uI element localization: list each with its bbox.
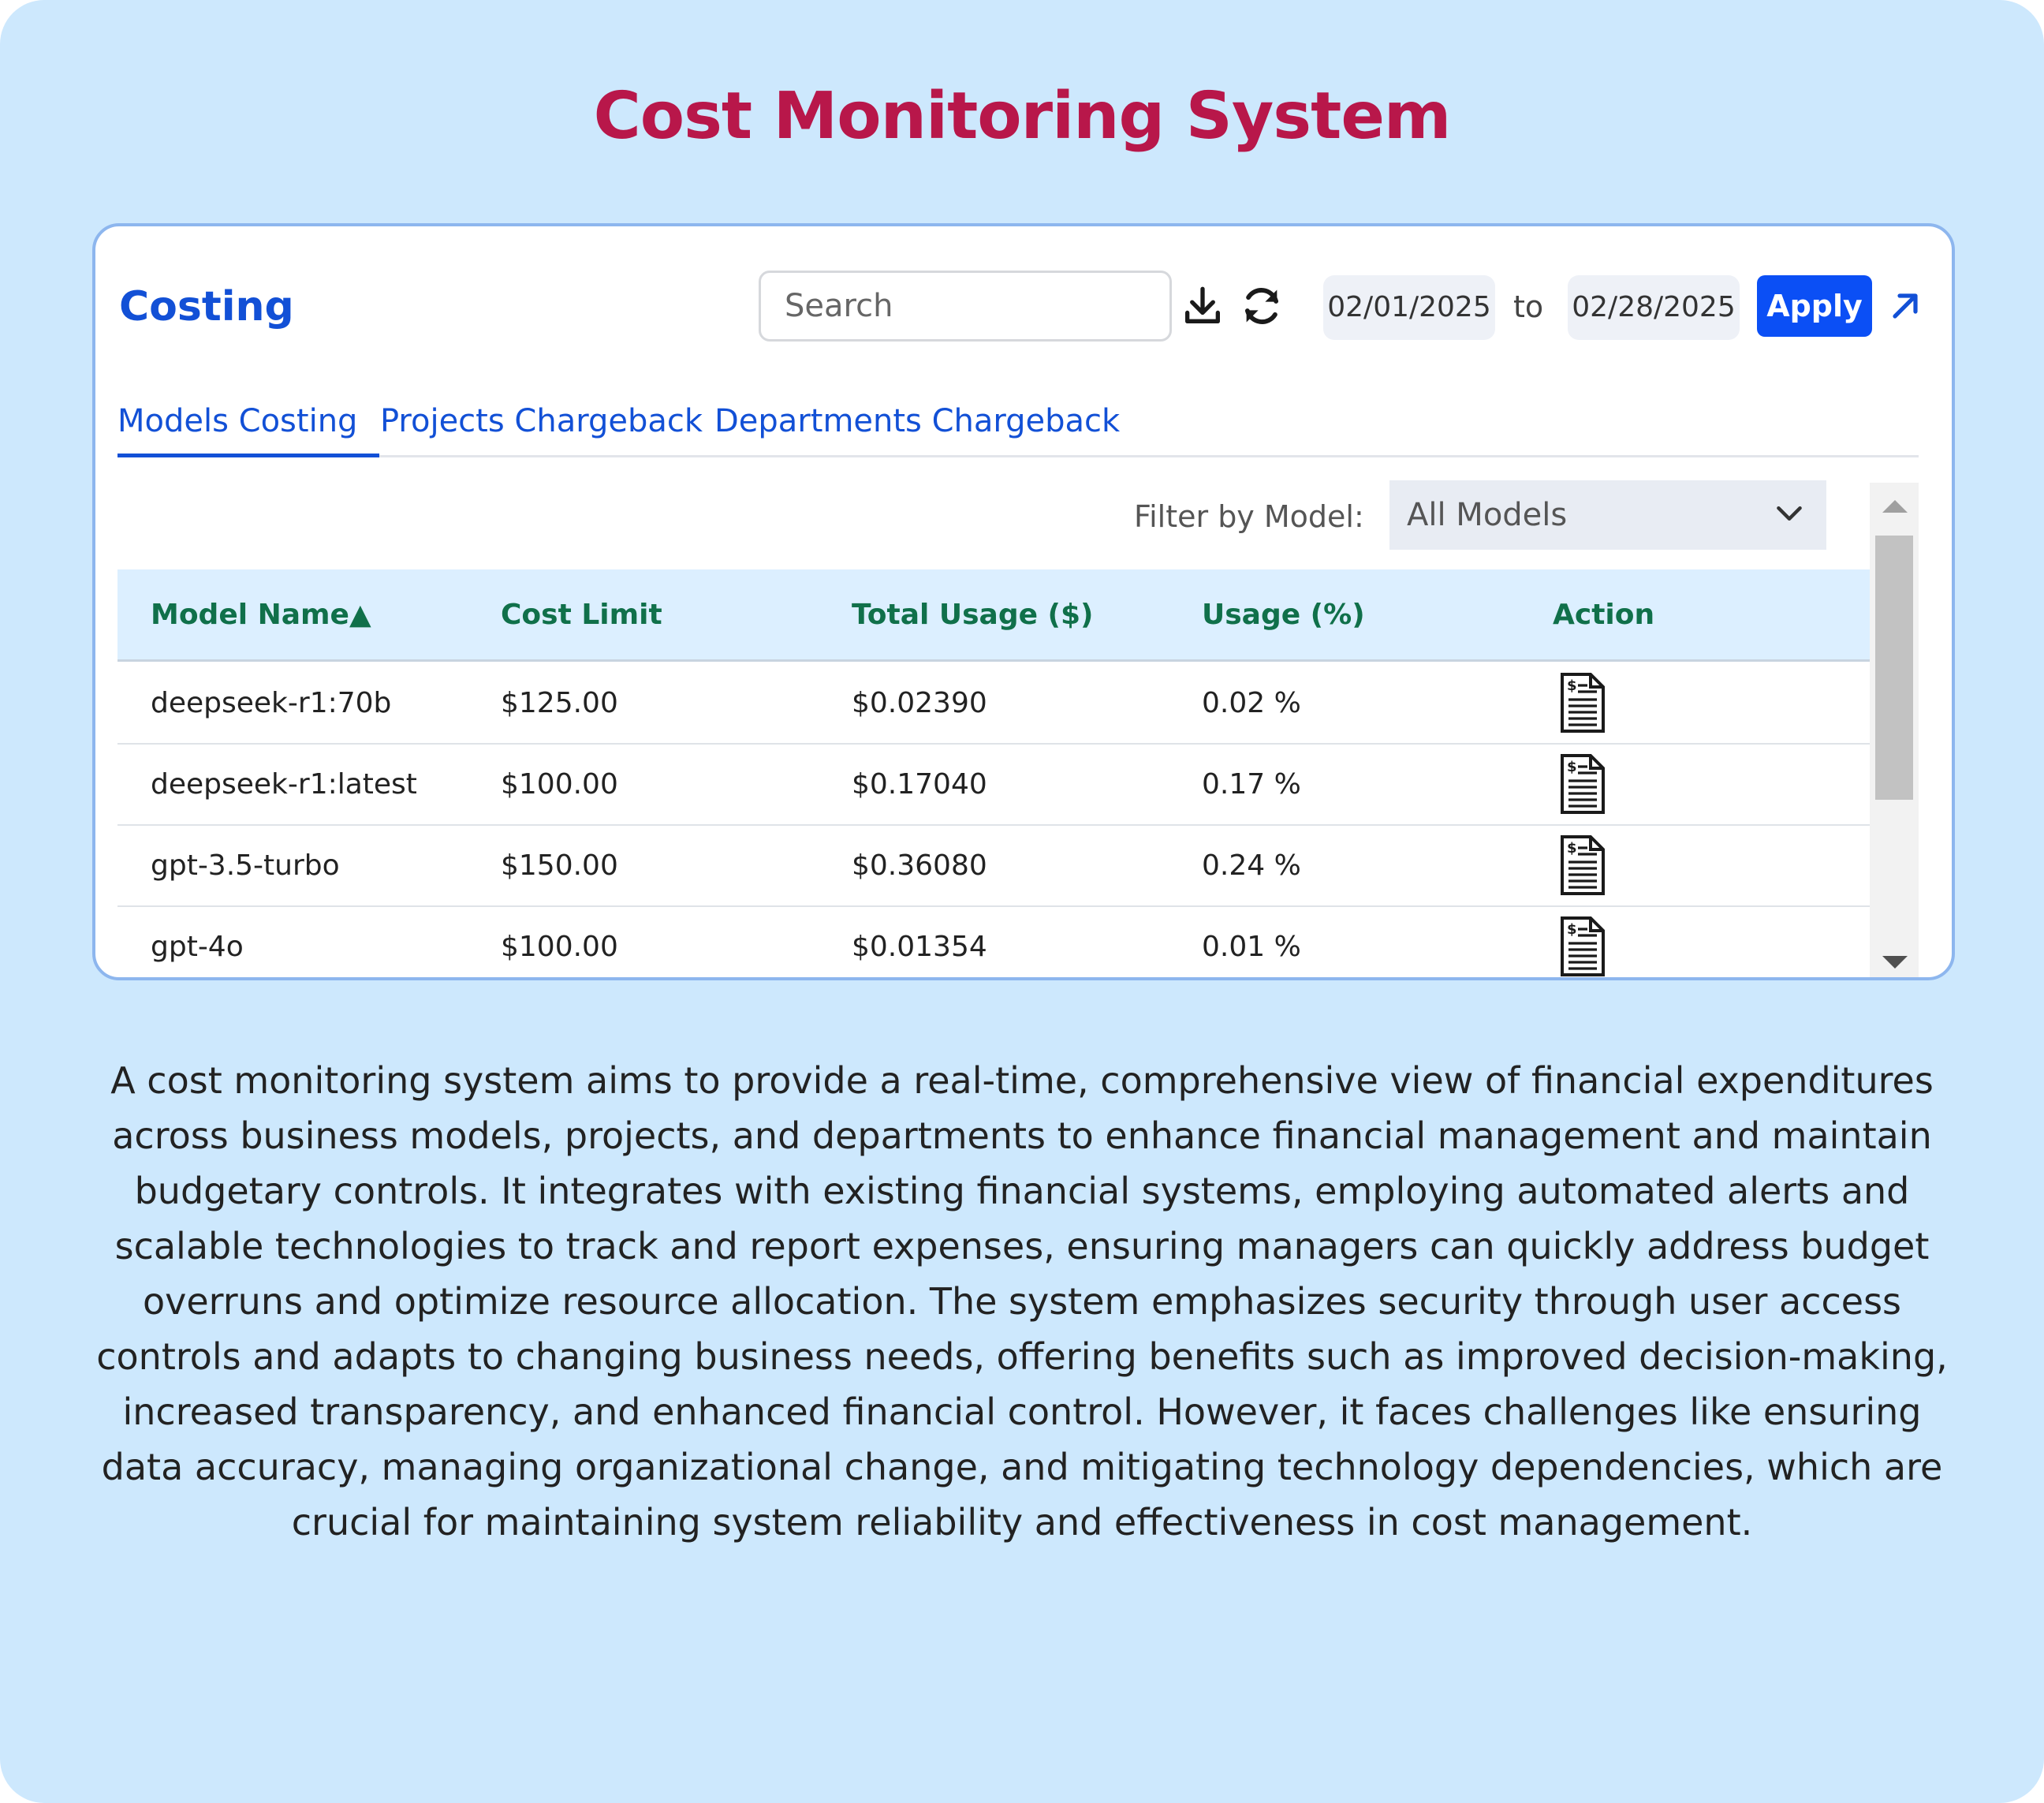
scroll-down-arrow-icon[interactable] (1882, 956, 1908, 969)
cell-model-name: deepseek-r1:latest (151, 768, 417, 801)
cell-total-usage: $0.01354 (852, 931, 987, 963)
card-title: Costing (119, 283, 294, 330)
cell-total-usage: $0.17040 (852, 768, 987, 801)
svg-text:$: $ (1567, 921, 1577, 938)
column-header-cost-limit[interactable]: Cost Limit (501, 599, 662, 631)
download-icon[interactable] (1180, 283, 1225, 329)
column-header-action: Action (1553, 599, 1655, 631)
svg-text:$: $ (1567, 678, 1577, 694)
svg-text:$: $ (1567, 759, 1577, 775)
page-background: Cost Monitoring System Costing 02/01/202… (0, 0, 2044, 1803)
column-header-model-name[interactable]: Model Name▲ (151, 599, 371, 631)
cell-usage-percent: 0.17 % (1202, 768, 1301, 801)
models-table: Model Name▲ Cost Limit Total Usage ($) U… (117, 569, 1870, 978)
model-filter-value: All Models (1407, 497, 1568, 533)
column-header-total-usage[interactable]: Total Usage ($) (852, 599, 1094, 631)
cell-usage-percent: 0.24 % (1202, 849, 1301, 882)
model-filter-select[interactable]: All Models (1389, 480, 1826, 550)
cell-total-usage: $0.36080 (852, 849, 987, 882)
cell-total-usage: $0.02390 (852, 687, 987, 719)
cell-usage-percent: 0.02 % (1202, 687, 1301, 719)
start-date-input[interactable]: 02/01/2025 (1323, 275, 1495, 340)
date-range-separator: to (1513, 289, 1544, 324)
cell-model-name: deepseek-r1:70b (151, 687, 392, 719)
table-row: deepseek-r1:latest $100.00 $0.17040 0.17… (117, 743, 1870, 826)
active-tab-indicator (117, 454, 379, 457)
invoice-document-icon[interactable]: $ (1557, 834, 1608, 897)
table-header: Model Name▲ Cost Limit Total Usage ($) U… (117, 569, 1870, 662)
description-text: A cost monitoring system aims to provide… (96, 1059, 1948, 1544)
table-scrollbar[interactable] (1870, 483, 1919, 977)
chevron-down-icon (1777, 506, 1802, 521)
table-row: deepseek-r1:70b $125.00 $0.02390 0.02 % … (117, 662, 1870, 745)
cell-model-name: gpt-3.5-turbo (151, 849, 340, 882)
table-row: gpt-4o $100.00 $0.01354 0.01 % $ (117, 905, 1870, 978)
tab-projects-chargeback[interactable]: Projects Chargeback (380, 403, 703, 439)
scrollbar-thumb[interactable] (1875, 536, 1913, 800)
tab-bar: Models Costing Projects Chargeback Depar… (117, 395, 1919, 457)
end-date-input[interactable]: 02/28/2025 (1568, 275, 1740, 340)
cell-model-name: gpt-4o (151, 931, 244, 963)
invoice-document-icon[interactable]: $ (1557, 671, 1608, 734)
invoice-document-icon[interactable]: $ (1557, 752, 1608, 816)
cell-cost-limit: $150.00 (501, 849, 618, 882)
table-row: gpt-3.5-turbo $150.00 $0.36080 0.24 % $ (117, 824, 1870, 907)
filter-label: Filter by Model: (1134, 499, 1364, 534)
invoice-document-icon[interactable]: $ (1557, 915, 1608, 978)
cell-cost-limit: $125.00 (501, 687, 618, 719)
cell-cost-limit: $100.00 (501, 931, 618, 963)
scroll-up-arrow-icon[interactable] (1882, 500, 1908, 513)
cell-cost-limit: $100.00 (501, 768, 618, 801)
cell-usage-percent: 0.01 % (1202, 931, 1301, 963)
tab-departments-chargeback[interactable]: Departments Chargeback (714, 403, 1120, 439)
column-header-usage-percent[interactable]: Usage (%) (1202, 599, 1365, 631)
refresh-icon[interactable] (1239, 283, 1285, 329)
svg-text:$: $ (1567, 840, 1577, 857)
page-title: Cost Monitoring System (593, 79, 1452, 154)
costing-card: Costing 02/01/2025 to 02/28/2025 Apply M… (92, 223, 1955, 980)
search-input[interactable] (759, 271, 1172, 342)
external-arrow-icon[interactable] (1890, 289, 1922, 321)
tab-models-costing[interactable]: Models Costing (117, 403, 357, 439)
sort-ascending-icon: ▲ (349, 599, 371, 631)
apply-button[interactable]: Apply (1757, 275, 1872, 337)
